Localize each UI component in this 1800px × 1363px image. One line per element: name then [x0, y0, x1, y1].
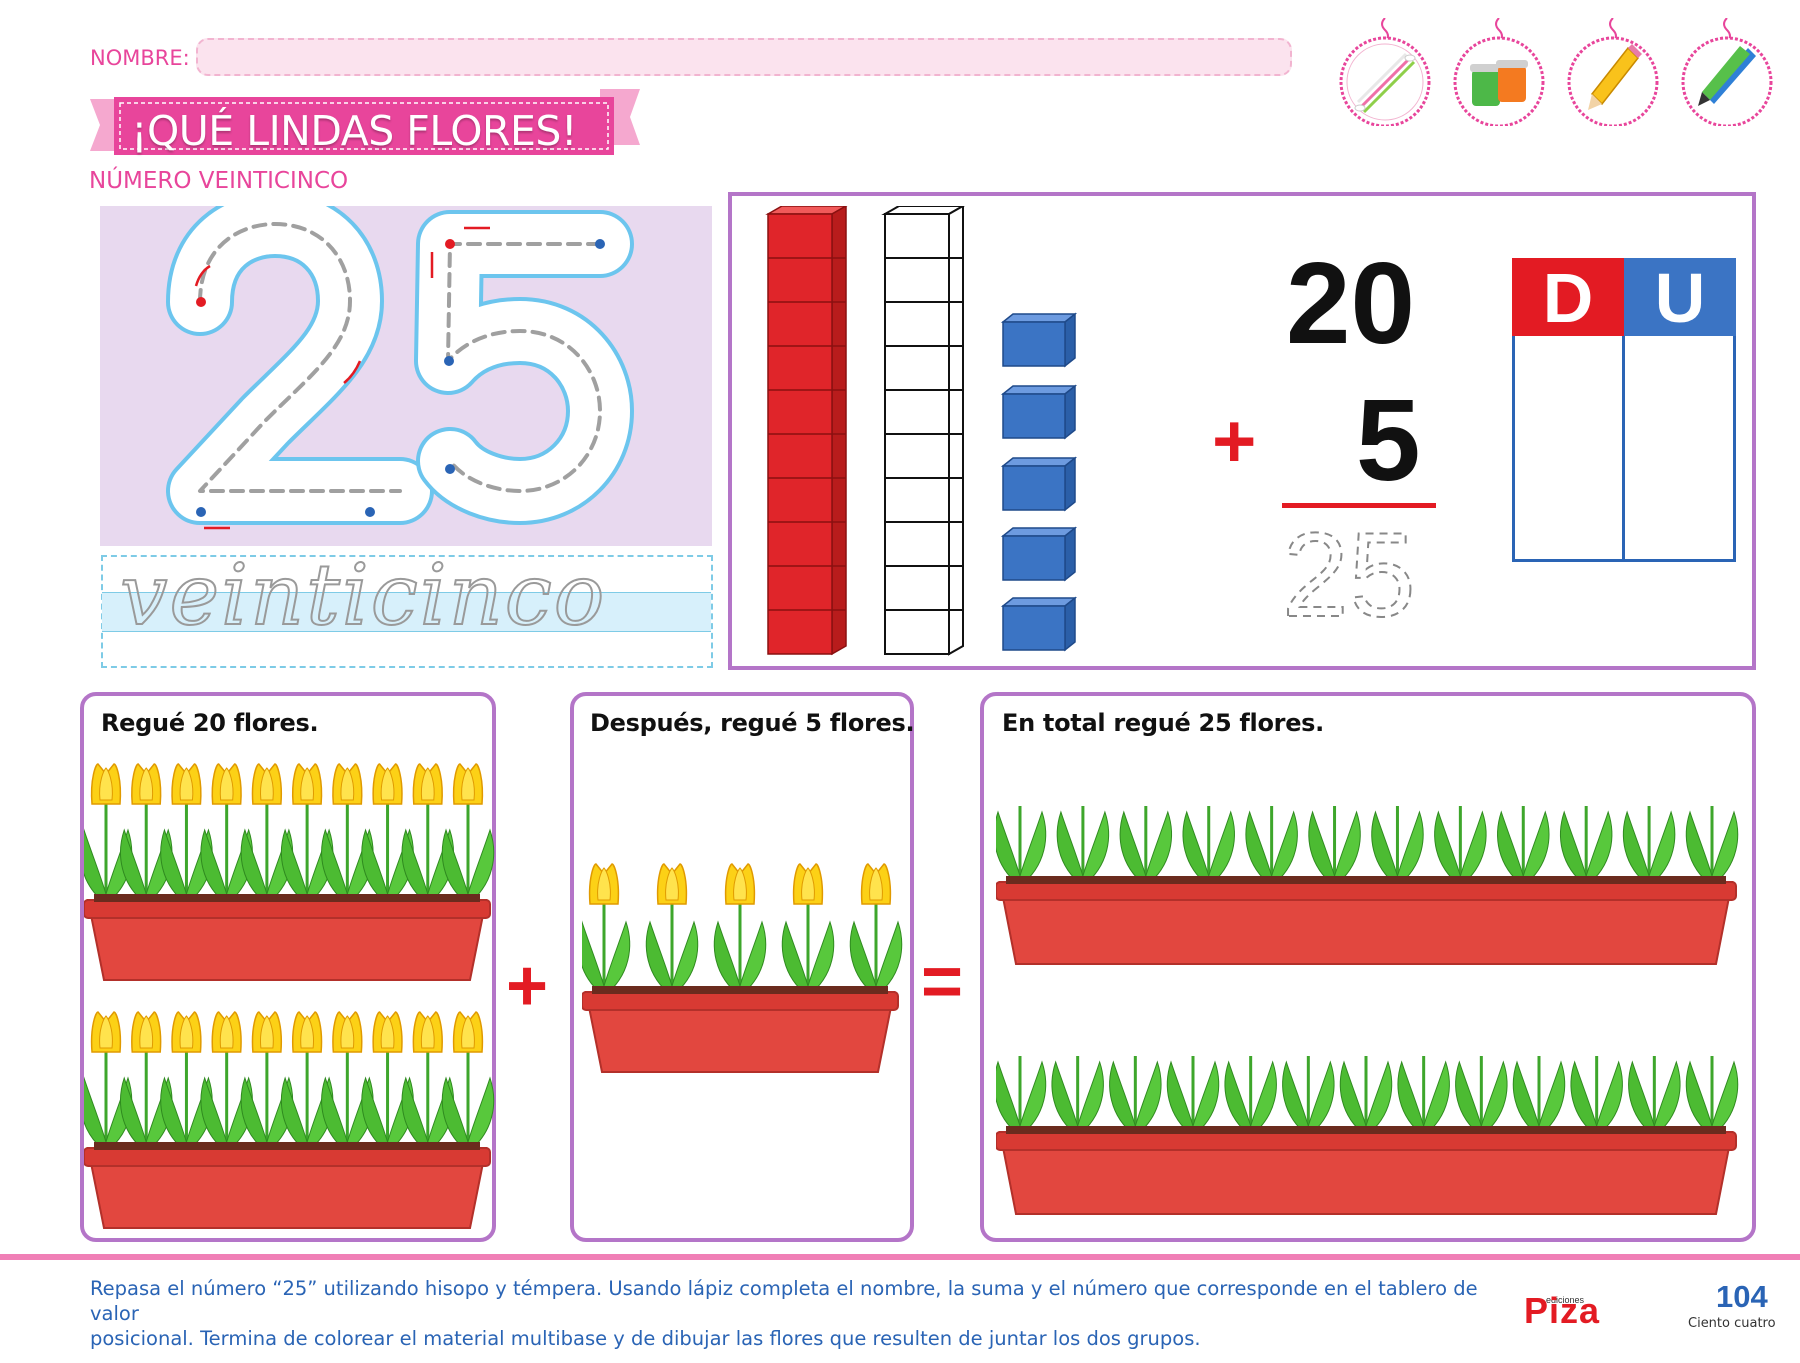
sum-line — [1282, 503, 1436, 508]
page-subtitle: NÚMERO VEINTICINCO — [89, 168, 349, 194]
flower-pot-3 — [582, 863, 903, 1073]
sprout — [1224, 1056, 1277, 1138]
sprout — [1119, 806, 1173, 888]
addend-top: 20 — [1286, 238, 1416, 368]
sprout — [1166, 1056, 1220, 1138]
tulip — [849, 863, 903, 998]
name-field[interactable] — [196, 38, 1292, 76]
page-title: ¡QUÉ LINDAS FLORES! — [131, 107, 577, 155]
sprout — [1371, 806, 1424, 888]
sum-result-tracing[interactable]: 25 — [1282, 520, 1442, 624]
sprout — [1512, 1056, 1566, 1138]
markers-icon — [1681, 18, 1773, 126]
ten-rod-colored — [765, 206, 848, 656]
pencil-icon — [1567, 18, 1659, 126]
tulip — [645, 863, 699, 998]
sprout — [1628, 1056, 1681, 1138]
footer-divider — [0, 1254, 1800, 1260]
sprout — [1497, 806, 1550, 888]
paint-jars-icon — [1453, 18, 1545, 126]
tens-cell[interactable] — [1518, 340, 1620, 558]
page-number-words: Ciento cuatro — [1688, 1316, 1776, 1331]
plus-sign: + — [1212, 399, 1257, 484]
units-cell[interactable] — [1628, 340, 1730, 558]
sprout — [1109, 1056, 1162, 1138]
flower-pot-4[interactable] — [996, 796, 1740, 976]
sprout — [1622, 806, 1676, 888]
page-number: 104 — [1716, 1279, 1768, 1314]
name-label: NOMBRE: — [90, 46, 190, 70]
tens-header: D — [1512, 258, 1624, 337]
flower-pot-5[interactable] — [996, 1046, 1740, 1226]
tulip — [713, 863, 767, 998]
equals-between-panels: = — [921, 942, 964, 1022]
panel-first-text: Regué 20 flores. — [101, 709, 319, 737]
addend-bottom: 5 — [1356, 375, 1421, 505]
sum-result: 25 — [1282, 520, 1415, 624]
plus-between-panels: + — [506, 946, 549, 1026]
table-divider — [1622, 336, 1625, 562]
base-ten-blocks — [765, 206, 1078, 656]
sprout — [1056, 806, 1110, 888]
sprout — [1339, 1056, 1393, 1138]
publisher-logo: Piza — [1524, 1290, 1601, 1331]
flower-pot-2 — [84, 1011, 495, 1229]
tulip — [781, 863, 835, 998]
sprout — [1308, 806, 1361, 888]
sprout — [1051, 1056, 1104, 1138]
sprout — [1685, 806, 1739, 888]
sprout — [1182, 806, 1235, 888]
ten-rod-to-color — [881, 206, 966, 656]
sprout — [1559, 806, 1613, 888]
sprout — [1397, 1056, 1450, 1138]
tulip — [582, 863, 631, 998]
sprout — [1282, 1056, 1335, 1138]
sprout — [1434, 806, 1487, 888]
instructions-line-2: posicional. Termina de colorear el mater… — [90, 1327, 1201, 1350]
sprout — [1570, 1056, 1623, 1138]
number-25-tracing[interactable] — [100, 206, 712, 546]
cursive-word: veinticinco — [119, 546, 607, 644]
sprout — [1685, 1056, 1739, 1138]
sprout — [1455, 1056, 1508, 1138]
sprout — [996, 1056, 1047, 1138]
units-header: U — [1624, 258, 1736, 337]
flower-pot-1 — [84, 763, 495, 981]
instructions: Repasa el número “25” utilizando hisopo … — [90, 1276, 1510, 1351]
panel-third-text: En total regué 25 flores. — [1002, 709, 1324, 737]
sprout — [1245, 806, 1298, 888]
instructions-line-1: Repasa el número “25” utilizando hisopo … — [90, 1277, 1478, 1325]
sprout — [996, 806, 1047, 888]
unit-cubes — [1000, 312, 1078, 652]
cotton-swab-icon — [1339, 18, 1431, 126]
panel-second-text: Después, regué 5 flores. — [590, 709, 915, 737]
